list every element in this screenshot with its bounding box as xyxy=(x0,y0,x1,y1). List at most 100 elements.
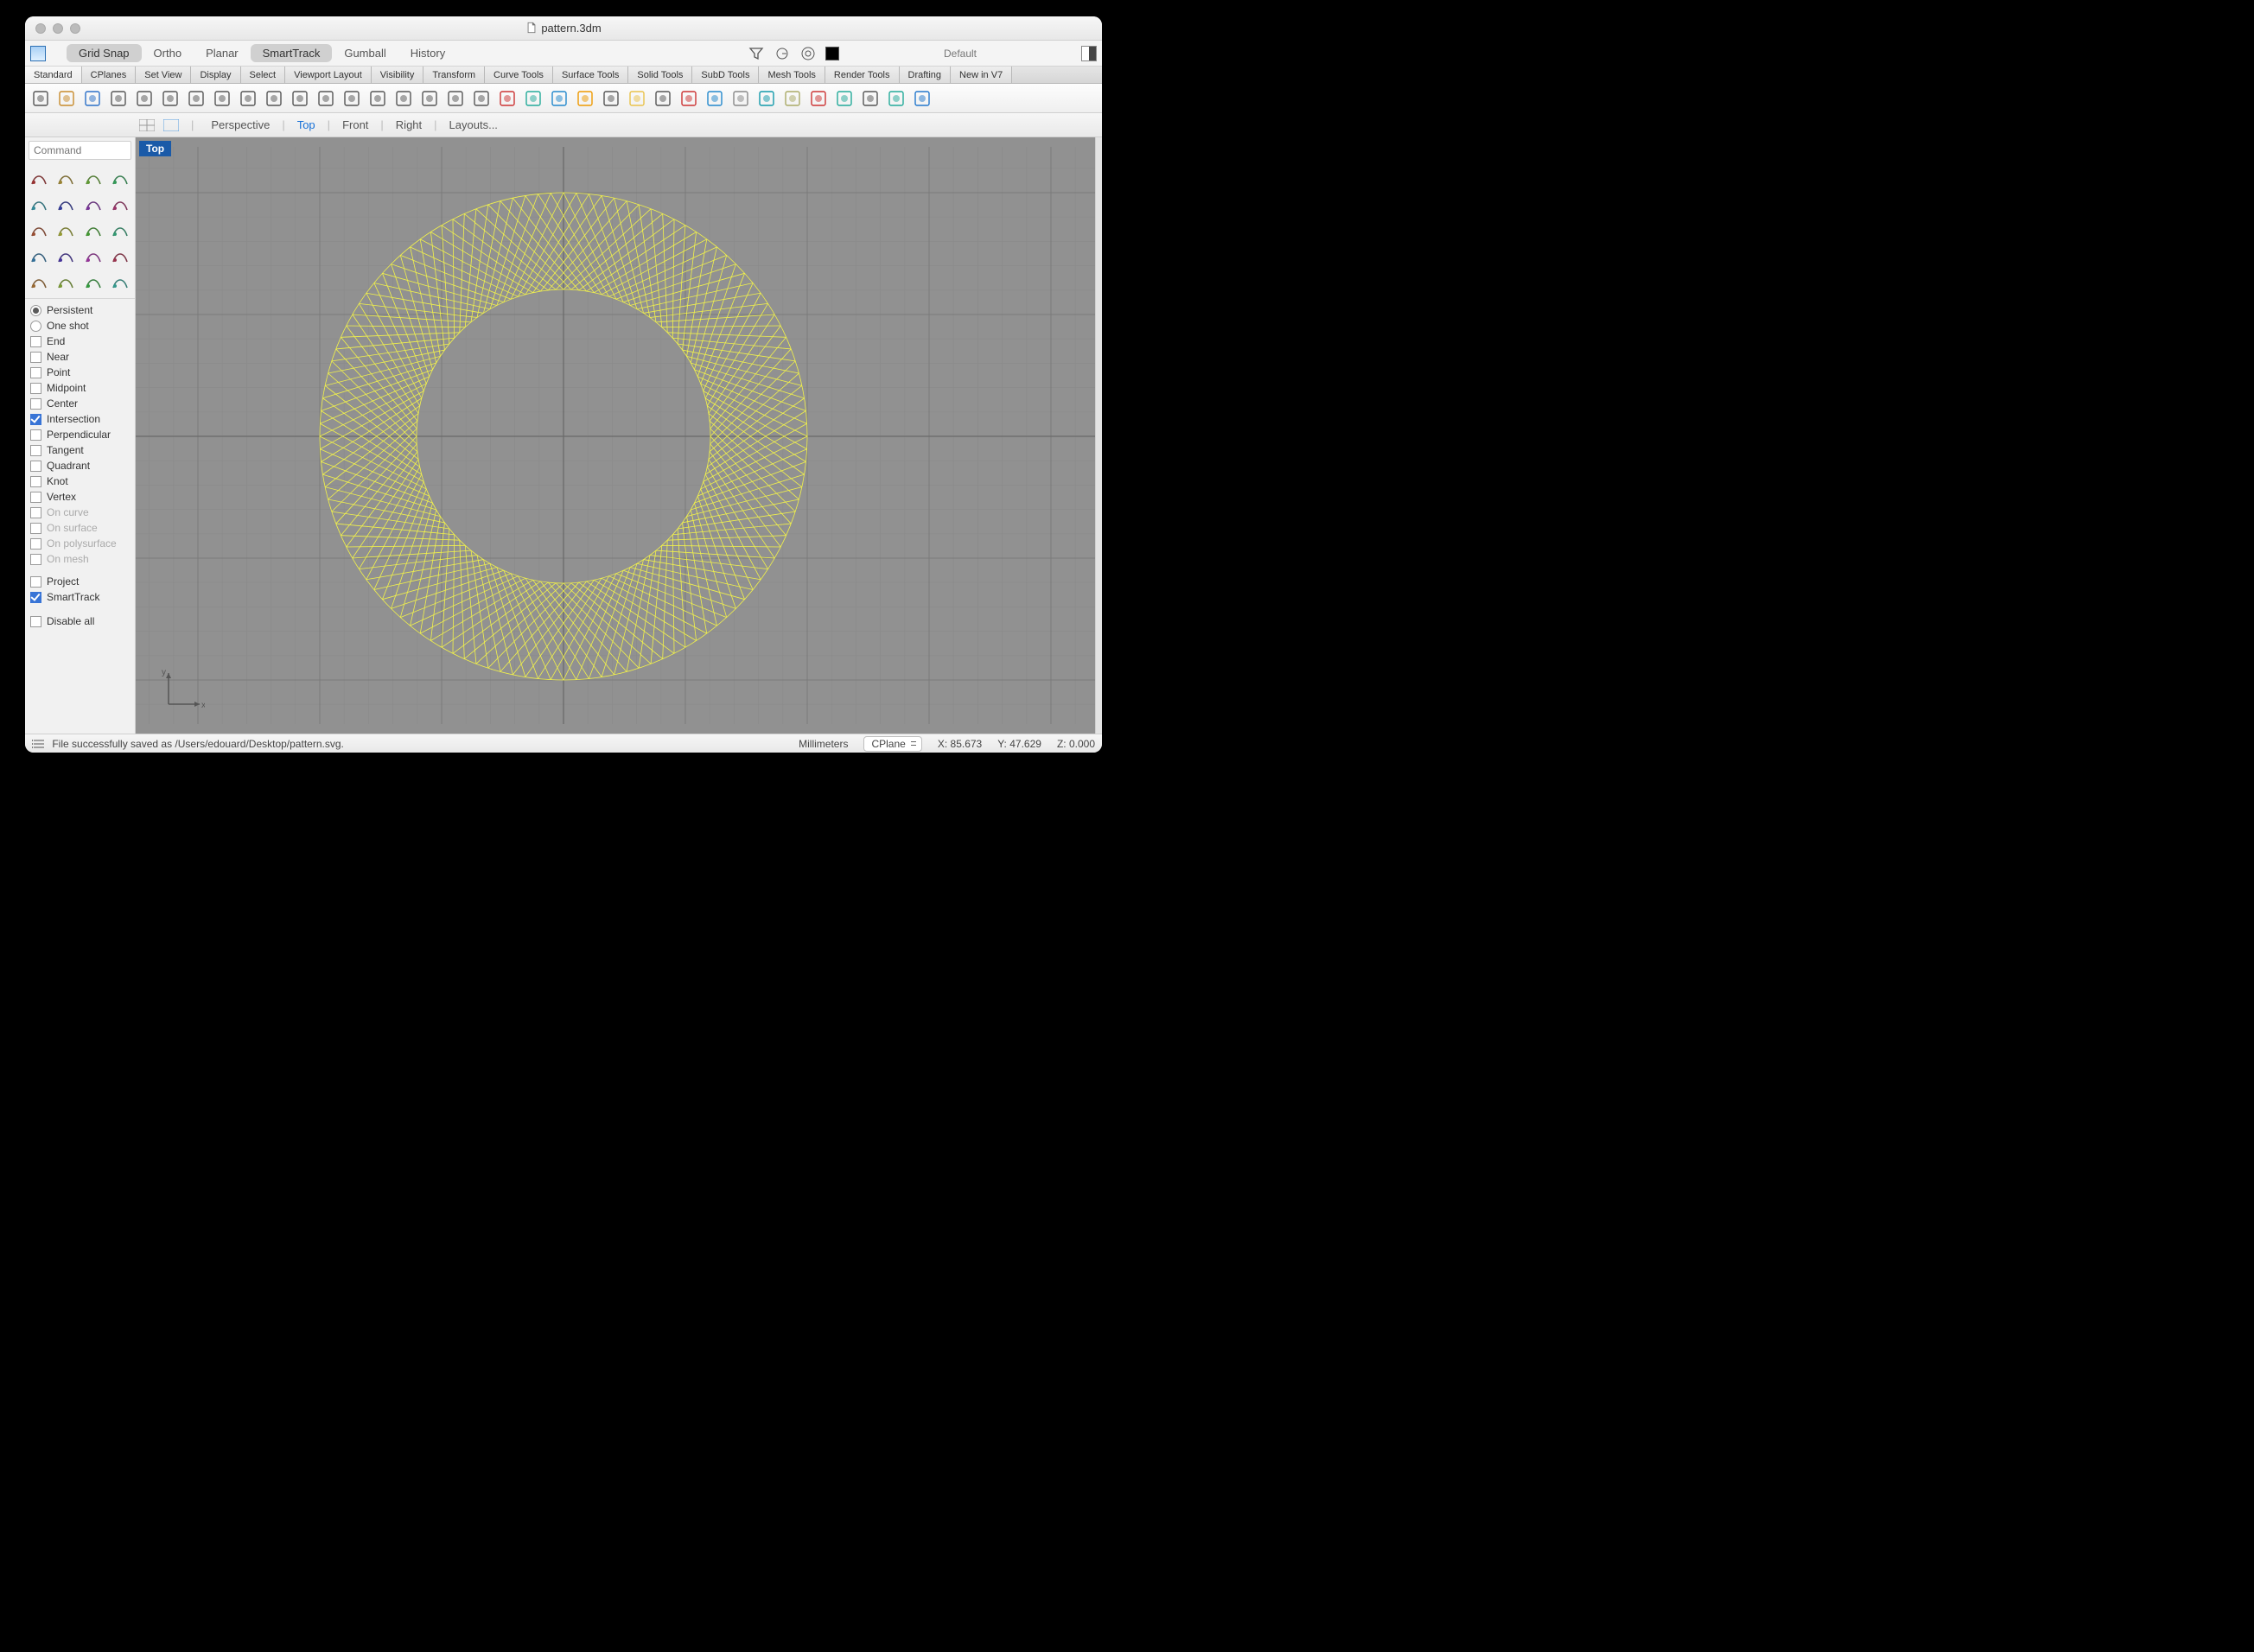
osnap-tangent[interactable]: Tangent xyxy=(30,442,130,458)
clipboard-icon[interactable] xyxy=(132,86,156,111)
spotlight-icon[interactable] xyxy=(780,86,805,111)
osnap-quadrant[interactable]: Quadrant xyxy=(30,458,130,473)
undo-icon[interactable] xyxy=(236,86,260,111)
gear-icon[interactable] xyxy=(27,270,51,295)
move-icon[interactable] xyxy=(858,86,882,111)
paste-icon[interactable] xyxy=(210,86,234,111)
rectangle-icon[interactable] xyxy=(81,193,105,217)
osnap-intersection[interactable]: Intersection xyxy=(30,411,130,427)
join-icon[interactable] xyxy=(81,270,105,295)
osnap-mode-oneshot[interactable]: One shot xyxy=(30,318,130,334)
toolbar-tab-curve-tools[interactable]: Curve Tools xyxy=(485,67,553,83)
toolbar-tab-solid-tools[interactable]: Solid Tools xyxy=(628,67,692,83)
materials-icon[interactable] xyxy=(703,86,727,111)
viewport-tab-front[interactable]: Front xyxy=(335,117,375,133)
mode-grid-snap[interactable]: Grid Snap xyxy=(67,44,142,62)
osnap-end[interactable]: End xyxy=(30,334,130,349)
status-units[interactable]: Millimeters xyxy=(799,738,848,750)
zoom-icon[interactable] xyxy=(314,86,338,111)
toolbar-tab-surface-tools[interactable]: Surface Tools xyxy=(553,67,628,83)
freeform-icon[interactable] xyxy=(54,219,78,243)
point-icon[interactable] xyxy=(54,167,78,191)
explode-icon[interactable] xyxy=(54,270,78,295)
rotate-view-icon[interactable] xyxy=(288,86,312,111)
toolbar-tab-visibility[interactable]: Visibility xyxy=(372,67,424,83)
viewport-label[interactable]: Top xyxy=(139,141,171,156)
four-view-icon[interactable] xyxy=(469,86,493,111)
mode-gumball[interactable]: Gumball xyxy=(332,44,398,62)
print-icon[interactable] xyxy=(106,86,131,111)
options-icon[interactable] xyxy=(806,86,831,111)
arc-icon[interactable] xyxy=(54,193,78,217)
toolbar-tab-drafting[interactable]: Drafting xyxy=(900,67,952,83)
mode-history[interactable]: History xyxy=(398,44,457,62)
properties-icon[interactable] xyxy=(677,86,701,111)
viewport-tab-perspective[interactable]: Perspective xyxy=(204,117,277,133)
save-icon[interactable] xyxy=(80,86,105,111)
osnap-midpoint[interactable]: Midpoint xyxy=(30,380,130,396)
osnap-smarttrack[interactable]: SmartTrack xyxy=(30,589,130,605)
viewport-tab-right[interactable]: Right xyxy=(389,117,429,133)
mode-ortho[interactable]: Ortho xyxy=(142,44,194,62)
zoom-selected-icon[interactable] xyxy=(392,86,416,111)
open-file-icon[interactable] xyxy=(54,86,79,111)
toolbar-tab-select[interactable]: Select xyxy=(241,67,286,83)
zoom-window-icon[interactable] xyxy=(340,86,364,111)
toolbar-tab-standard[interactable]: Standard xyxy=(25,67,82,83)
osnap-near[interactable]: Near xyxy=(30,349,130,365)
toolbar-tab-mesh-tools[interactable]: Mesh Tools xyxy=(759,67,825,83)
osnap-project[interactable]: Project xyxy=(30,574,130,589)
circle-icon[interactable] xyxy=(27,193,51,217)
undo-view-icon[interactable] xyxy=(417,86,442,111)
render-icon[interactable] xyxy=(729,86,753,111)
sphere-icon[interactable] xyxy=(54,245,78,269)
toolbar-tab-render-tools[interactable]: Render Tools xyxy=(825,67,900,83)
toolbar-tab-viewport-layout[interactable]: Viewport Layout xyxy=(285,67,372,83)
osnap-perpendicular[interactable]: Perpendicular xyxy=(30,427,130,442)
osnap-vertex[interactable]: Vertex xyxy=(30,489,130,505)
viewport-tab-top[interactable]: Top xyxy=(290,117,322,133)
viewport[interactable]: Top x y xyxy=(136,137,1095,734)
mode-smarttrack[interactable]: SmartTrack xyxy=(251,44,333,62)
layer-name-display[interactable]: Default xyxy=(848,48,1073,60)
named-views-icon[interactable] xyxy=(547,86,571,111)
toolbar-tab-subd-tools[interactable]: SubD Tools xyxy=(692,67,759,83)
car-icon[interactable] xyxy=(495,86,519,111)
zoom-extents-icon[interactable] xyxy=(366,86,390,111)
curve-icon[interactable] xyxy=(108,167,132,191)
sidebar-toggle-right-icon[interactable] xyxy=(1081,46,1097,61)
close-window-button[interactable] xyxy=(35,23,46,34)
osnap-mode-persistent[interactable]: Persistent xyxy=(30,302,130,318)
lightbulb-icon[interactable] xyxy=(625,86,649,111)
text-icon[interactable] xyxy=(81,219,105,243)
layers-icon[interactable] xyxy=(599,86,623,111)
right-sidebar-collapsed[interactable] xyxy=(1095,137,1102,734)
lock-icon[interactable] xyxy=(651,86,675,111)
show-icon[interactable] xyxy=(573,86,597,111)
toolbar-tab-display[interactable]: Display xyxy=(191,67,240,83)
plane-icon[interactable] xyxy=(108,245,132,269)
ellipse-icon[interactable] xyxy=(27,219,51,243)
status-plane-select[interactable]: CPlane xyxy=(863,736,921,752)
shade-icon[interactable] xyxy=(755,86,779,111)
four-viewport-icon[interactable] xyxy=(137,118,156,133)
trim-icon[interactable] xyxy=(108,270,132,295)
cylinder-icon[interactable] xyxy=(81,245,105,269)
toolbar-tab-set-view[interactable]: Set View xyxy=(136,67,191,83)
viewport-tab-layouts[interactable]: Layouts... xyxy=(443,117,505,133)
pointer-icon[interactable] xyxy=(27,167,51,191)
target-icon[interactable] xyxy=(799,45,817,62)
osnap-knot[interactable]: Knot xyxy=(30,473,130,489)
filter-icon[interactable] xyxy=(748,45,765,62)
toolbar-tab-transform[interactable]: Transform xyxy=(423,67,485,83)
cplanes-icon[interactable] xyxy=(521,86,545,111)
grasshopper-icon[interactable] xyxy=(832,86,856,111)
single-viewport-icon[interactable] xyxy=(162,118,181,133)
osnap-point[interactable]: Point xyxy=(30,365,130,380)
new-file-icon[interactable] xyxy=(29,86,53,111)
set-view-icon[interactable] xyxy=(443,86,468,111)
mode-planar[interactable]: Planar xyxy=(194,44,251,62)
toolbar-tab-new-in-v7[interactable]: New in V7 xyxy=(951,67,1012,83)
polygon-icon[interactable] xyxy=(108,193,132,217)
layer-color-swatch[interactable] xyxy=(825,47,839,60)
